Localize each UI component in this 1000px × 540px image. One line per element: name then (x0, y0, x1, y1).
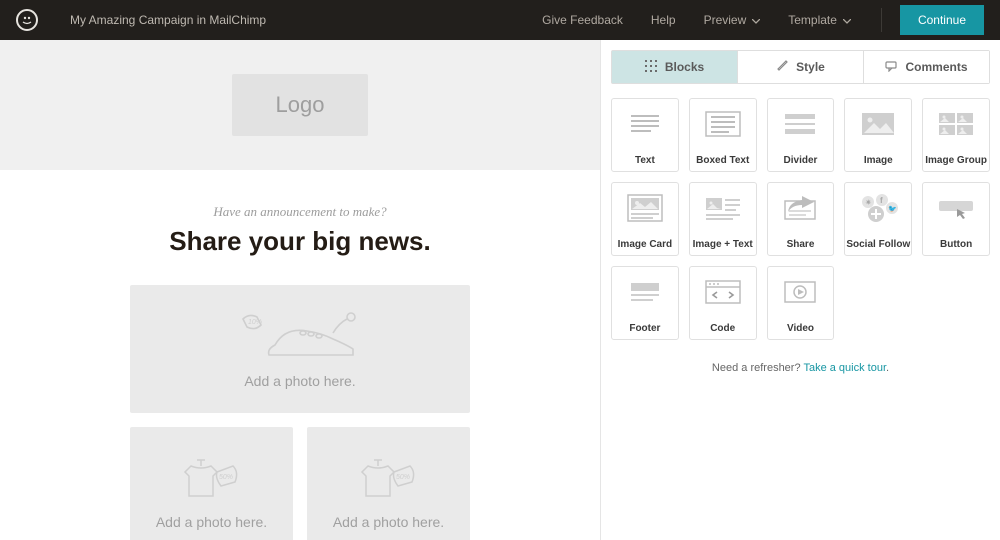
refresher-hint: Need a refresher? Take a quick tour. (601, 340, 1000, 396)
block-label: Image + Text (690, 233, 756, 255)
text-icon (612, 99, 678, 149)
tab-style[interactable]: Style (737, 51, 863, 83)
hero-subtitle[interactable]: Have an announcement to make? (20, 204, 580, 220)
preview-menu[interactable]: Preview (704, 13, 761, 27)
panel-tabs: Blocks Style Comments (611, 50, 990, 84)
svg-text:🐦: 🐦 (888, 205, 897, 213)
block-label: Text (612, 149, 678, 171)
image-card-icon (612, 183, 678, 233)
shirt-illustration-icon: 50% (344, 452, 434, 504)
shoe-illustration-icon: 10% (235, 309, 365, 363)
blocks-palette: Text Boxed Text Divider Image Image Grou… (601, 98, 1000, 340)
chevron-down-icon (843, 13, 851, 27)
svg-text:10%: 10% (248, 319, 262, 326)
photo-caption: Add a photo here. (333, 514, 444, 530)
block-label: Button (923, 233, 989, 255)
block-boxed-text[interactable]: Boxed Text (689, 98, 757, 172)
block-image[interactable]: Image (844, 98, 912, 172)
divider (881, 8, 882, 32)
block-image-card[interactable]: Image Card (611, 182, 679, 256)
app-header: My Amazing Campaign in MailChimp Give Fe… (0, 0, 1000, 40)
block-label: Code (690, 317, 756, 339)
block-footer[interactable]: Footer (611, 266, 679, 340)
divider-icon (768, 99, 834, 149)
hero-title[interactable]: Share your big news. (20, 226, 580, 257)
svg-text:f: f (880, 196, 883, 205)
block-button[interactable]: Button (922, 182, 990, 256)
share-icon (768, 183, 834, 233)
image-group-icon (923, 99, 989, 149)
footer-icon (612, 267, 678, 317)
comment-icon (885, 60, 897, 75)
social-follow-icon: ✷ f 🐦 (845, 183, 911, 233)
svg-text:50%: 50% (396, 474, 410, 481)
tab-blocks[interactable]: Blocks (612, 51, 737, 83)
block-label: Image Group (923, 149, 989, 171)
svg-text:✷: ✷ (865, 198, 872, 207)
photo-grid: 10% Add a photo here. (0, 267, 600, 540)
button-icon (923, 183, 989, 233)
image-text-icon (690, 183, 756, 233)
design-panel: Blocks Style Comments (600, 40, 1000, 540)
photo-caption: Add a photo here. (244, 373, 355, 389)
tab-label: Comments (905, 60, 967, 74)
campaign-title: My Amazing Campaign in MailChimp (70, 13, 266, 27)
block-text[interactable]: Text (611, 98, 679, 172)
tab-comments[interactable]: Comments (863, 51, 989, 83)
continue-button[interactable]: Continue (900, 5, 984, 35)
photo-placeholder-small[interactable]: 50% Add a photo here. (307, 427, 470, 540)
block-video[interactable]: Video (767, 266, 835, 340)
shirt-illustration-icon: 50% (167, 452, 257, 504)
give-feedback-link[interactable]: Give Feedback (542, 13, 623, 27)
refresher-text: Need a refresher? (712, 362, 804, 374)
block-social-follow[interactable]: ✷ f 🐦 Social Follow (844, 182, 912, 256)
code-icon (690, 267, 756, 317)
photo-placeholder-large[interactable]: 10% Add a photo here. (130, 285, 470, 413)
block-code[interactable]: Code (689, 266, 757, 340)
block-divider[interactable]: Divider (767, 98, 835, 172)
logo-placeholder[interactable]: Logo (232, 74, 369, 136)
block-label: Divider (768, 149, 834, 171)
hero-section: Have an announcement to make? Share your… (0, 170, 600, 267)
chevron-down-icon (752, 13, 760, 27)
block-label: Image (845, 149, 911, 171)
block-label: Share (768, 233, 834, 255)
blocks-icon (645, 60, 657, 75)
take-tour-link[interactable]: Take a quick tour (803, 362, 886, 374)
paintbrush-icon (776, 60, 788, 75)
preview-label: Preview (704, 13, 747, 27)
image-icon (845, 99, 911, 149)
logo-band: Logo (0, 40, 600, 170)
block-image-group[interactable]: Image Group (922, 98, 990, 172)
boxed-text-icon (690, 99, 756, 149)
block-label: Image Card (612, 233, 678, 255)
help-link[interactable]: Help (651, 13, 676, 27)
block-image-text[interactable]: Image + Text (689, 182, 757, 256)
mailchimp-logo[interactable] (16, 9, 38, 31)
tab-label: Style (796, 60, 825, 74)
email-canvas[interactable]: Logo Have an announcement to make? Share… (0, 40, 600, 540)
block-label: Boxed Text (690, 149, 756, 171)
video-icon (768, 267, 834, 317)
photo-caption: Add a photo here. (156, 514, 267, 530)
block-label: Social Follow (845, 233, 911, 255)
block-label: Footer (612, 317, 678, 339)
photo-placeholder-small[interactable]: 50% Add a photo here. (130, 427, 293, 540)
block-label: Video (768, 317, 834, 339)
template-menu[interactable]: Template (788, 13, 851, 27)
svg-text:50%: 50% (219, 474, 233, 481)
tab-label: Blocks (665, 60, 704, 74)
block-share[interactable]: Share (767, 182, 835, 256)
template-label: Template (788, 13, 837, 27)
